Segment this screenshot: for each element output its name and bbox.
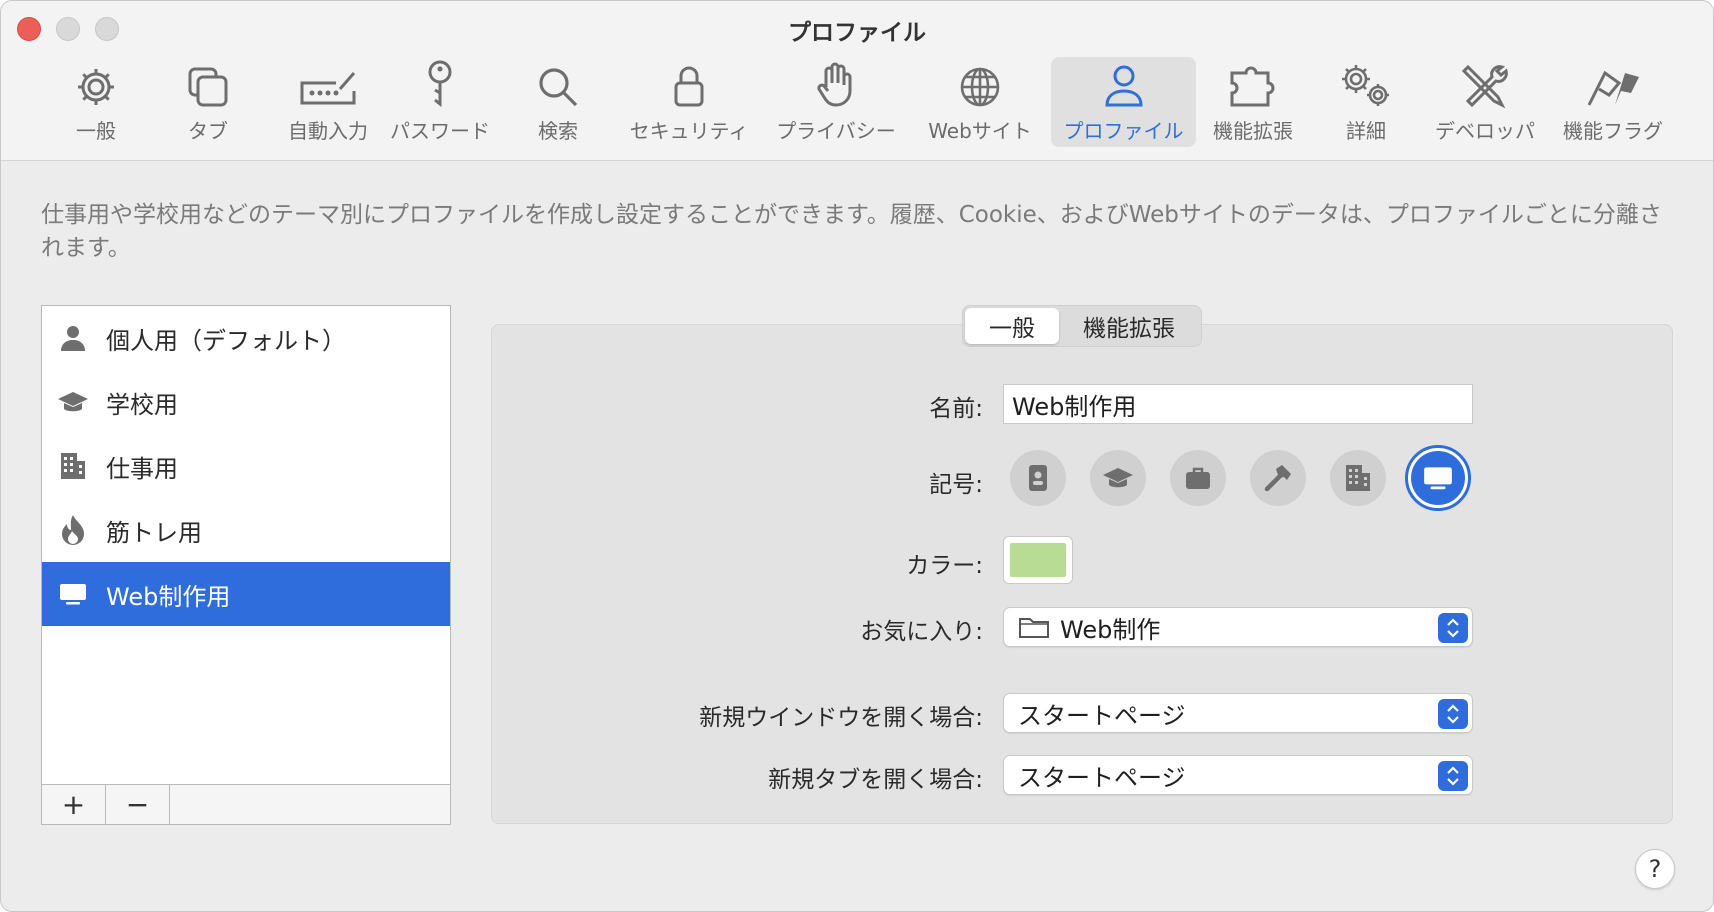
person-icon [1104, 65, 1143, 107]
profile-name-input[interactable] [1003, 384, 1473, 424]
tab-security[interactable]: セキュリティ [621, 57, 757, 147]
profiles-description: 仕事用や学校用などのテーマ別にプロファイルを作成し設定することができます。履歴、… [41, 202, 1662, 261]
new-tab-popup[interactable]: スタートページ [1003, 755, 1473, 795]
segment-extensions[interactable]: 機能拡張 [1059, 308, 1199, 344]
new-window-value: スタートページ [1018, 701, 1186, 730]
tab-label: 一般 [76, 119, 116, 143]
search-icon [539, 68, 578, 107]
hand-icon [817, 62, 852, 107]
tab-search[interactable]: 検索 [521, 57, 595, 147]
symbol-option-hammer[interactable] [1250, 450, 1306, 506]
key-icon [428, 60, 452, 108]
tabs-icon [188, 67, 228, 107]
graduation-cap-icon [56, 385, 90, 419]
tab-label: タブ [188, 119, 228, 143]
new-window-label: 新規ウインドウを開く場合: [699, 705, 983, 731]
new-tab-value: スタートページ [1018, 763, 1186, 792]
tab-profiles[interactable]: プロファイル [1051, 57, 1196, 147]
profile-item-personal[interactable]: 個人用（デフォルト） [42, 306, 450, 370]
tab-websites[interactable]: Webサイト [913, 57, 1047, 147]
profile-label: 仕事用 [106, 454, 178, 483]
profile-label: Web制作用 [106, 582, 231, 611]
symbol-option-id-badge[interactable] [1010, 450, 1066, 506]
tab-autofill[interactable]: 自動入力 [273, 57, 383, 147]
flame-icon [56, 513, 90, 547]
hammer-icon [1264, 465, 1291, 492]
favorites-value: Web制作 [1060, 615, 1161, 644]
tab-advanced[interactable]: 詳細 [1326, 57, 1406, 147]
tab-label: デベロッパ [1435, 119, 1535, 143]
profile-item-workout[interactable]: 筋トレ用 [42, 498, 450, 562]
person-icon [56, 321, 90, 355]
tab-label: パスワード [390, 119, 490, 143]
briefcase-icon [1186, 467, 1210, 489]
color-label: カラー: [906, 553, 983, 579]
favorites-popup[interactable]: Web制作 [1003, 607, 1473, 647]
tab-feature-flags[interactable]: 機能フラグ [1557, 57, 1669, 147]
tab-label: 詳細 [1346, 119, 1386, 143]
tab-tabs[interactable]: タブ [171, 57, 245, 147]
toolbar: プロファイル 一般 タブ 自動入力 パスワード 検索 セキュリティ プライバシー… [1, 1, 1713, 161]
tab-passwords[interactable]: パスワード [385, 57, 495, 147]
preference-tabs: 一般 タブ 自動入力 パスワード 検索 セキュリティ プライバシー Webサイト… [1, 57, 1713, 147]
symbol-option-briefcase[interactable] [1170, 450, 1226, 506]
monitor-icon [56, 577, 90, 611]
building-icon [56, 449, 90, 483]
new-tab-label: 新規タブを開く場合: [768, 767, 983, 793]
symbol-option-monitor[interactable] [1405, 445, 1471, 511]
favorites-label: お気に入り: [860, 619, 983, 645]
tab-extensions[interactable]: 機能拡張 [1205, 57, 1301, 147]
tab-developer[interactable]: デベロッパ [1431, 57, 1539, 147]
chevron-updown-icon [1438, 699, 1468, 729]
tab-general[interactable]: 一般 [59, 57, 133, 147]
globe-icon [960, 67, 1000, 107]
window-title: プロファイル [788, 20, 926, 46]
id-badge-icon [1029, 465, 1047, 491]
tab-label: 機能フラグ [1563, 119, 1663, 143]
tab-label: Webサイト [928, 119, 1032, 143]
flags-icon [1587, 70, 1639, 106]
chevron-updown-icon [1438, 761, 1468, 791]
tab-label: 検索 [538, 119, 578, 143]
profile-list-footer: + − [42, 784, 450, 824]
color-well[interactable] [1003, 536, 1073, 584]
gears-icon [1342, 65, 1389, 106]
autofill-icon [300, 72, 356, 105]
tab-label: 自動入力 [288, 119, 368, 143]
tab-label: セキュリティ [629, 119, 749, 143]
new-window-popup[interactable]: スタートページ [1003, 693, 1473, 733]
chevron-updown-icon [1438, 613, 1468, 643]
building-icon [1346, 465, 1370, 491]
profile-label: 個人用（デフォルト） [106, 326, 346, 355]
folder-icon [1019, 618, 1049, 638]
preferences-window: プロファイル 一般 タブ 自動入力 パスワード 検索 セキュリティ プライバシー… [0, 0, 1714, 912]
add-profile-button[interactable]: + [42, 785, 106, 824]
symbol-option-monitor-fill [1411, 451, 1465, 505]
profile-list[interactable]: 個人用（デフォルト） 学校用 仕事用 筋トレ用 Web制作用 + − [41, 305, 451, 825]
symbol-label: 記号: [929, 472, 983, 498]
profile-label: 学校用 [106, 390, 178, 419]
help-button[interactable]: ? [1635, 849, 1675, 889]
tools-icon [1461, 64, 1508, 109]
symbol-option-graduation-cap[interactable] [1090, 450, 1146, 506]
profile-item-work[interactable]: 仕事用 [42, 434, 450, 498]
puzzle-icon [1230, 66, 1275, 107]
tab-label: プロファイル [1063, 119, 1184, 143]
tab-privacy[interactable]: プライバシー [771, 57, 901, 147]
name-label: 名前: [929, 396, 983, 422]
detail-segmented-control[interactable]: 一般 機能拡張 [962, 305, 1202, 347]
profile-item-school[interactable]: 学校用 [42, 370, 450, 434]
monitor-icon [1424, 467, 1452, 490]
profile-label: 筋トレ用 [106, 518, 202, 547]
gear-icon [78, 69, 114, 105]
segment-general[interactable]: 一般 [965, 308, 1059, 344]
profile-item-web[interactable]: Web制作用 [42, 562, 450, 626]
tab-label: 機能拡張 [1213, 119, 1293, 143]
color-swatch [1010, 543, 1066, 577]
remove-profile-button[interactable]: − [106, 785, 170, 824]
lock-icon [674, 66, 704, 107]
symbol-option-building[interactable] [1330, 450, 1386, 506]
tab-label: プライバシー [776, 119, 896, 143]
graduation-cap-icon [1103, 468, 1133, 488]
